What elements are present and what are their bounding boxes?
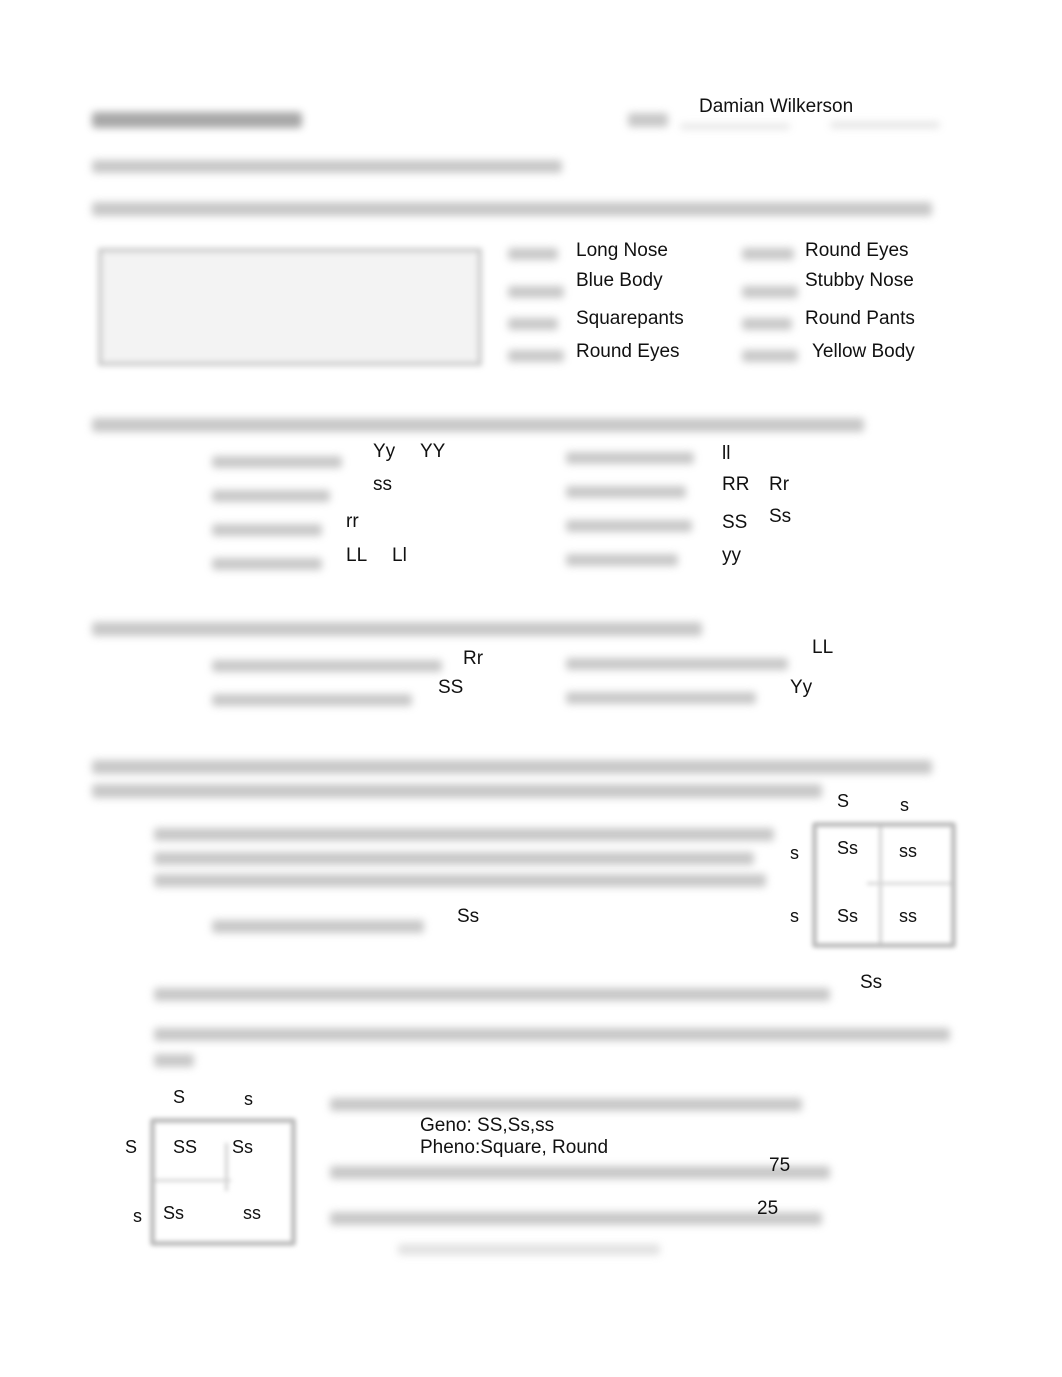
- punnett1-cell-2-2: ss: [899, 906, 917, 926]
- q4e-answer: 75: [769, 1155, 791, 1176]
- q2-label-e: [566, 452, 694, 464]
- q2-answer-h1: yy: [722, 545, 741, 566]
- q3-label-d: [566, 692, 756, 704]
- q4b-answer: Ss: [860, 972, 883, 993]
- q1-label-a: [508, 248, 558, 260]
- q2-answer-c1: rr: [346, 511, 359, 532]
- q1-answer-f: Stubby Nose: [805, 270, 914, 291]
- q4a-prompt-blurred: [212, 920, 424, 933]
- punnett1-side-2: s: [790, 906, 799, 926]
- q1-answer-e: Round Eyes: [805, 240, 909, 261]
- punnett-square-2: [150, 1118, 296, 1246]
- q4d-genotypes: Geno: SS,Ss,ss: [420, 1115, 555, 1136]
- q1-label-d: [508, 350, 564, 362]
- q2-answer-e1: ll: [722, 443, 731, 464]
- q2-label-g: [566, 520, 692, 532]
- q2-label-a: [212, 456, 342, 468]
- question-4-line2-blurred: [92, 784, 822, 798]
- q4f-answer: 25: [757, 1198, 779, 1219]
- punnett2-top-2: s: [244, 1089, 253, 1109]
- punnett2-side-1: S: [125, 1137, 138, 1157]
- q1-answer-a: Long Nose: [576, 240, 668, 261]
- punnett1-top-1: S: [837, 791, 850, 811]
- punnett2-cell-1-1: SS: [173, 1137, 198, 1157]
- trait-table: [98, 248, 482, 366]
- punnett2-top-1: S: [173, 1087, 186, 1107]
- punnett2-cell-2-2: ss: [243, 1203, 261, 1223]
- q4a-line1-blurred: [154, 828, 774, 841]
- q2-answer-a1: Yy: [373, 441, 396, 462]
- q4e-prompt-blurred: [330, 1166, 830, 1179]
- q4f-prompt-blurred: [330, 1212, 822, 1225]
- q3-label-b: [212, 694, 412, 706]
- question-3-blurred: [92, 622, 702, 636]
- q3-answer-a: Rr: [463, 648, 484, 669]
- q2-label-d: [212, 558, 322, 570]
- q1-label-e: [742, 248, 794, 260]
- q1-answer-c: Squarepants: [576, 308, 684, 329]
- punnett1-cell-1-1: Ss: [837, 838, 859, 858]
- q1-answer-g: Round Pants: [805, 308, 915, 329]
- question-1-blurred: [92, 202, 932, 216]
- question-4-line1-blurred: [92, 760, 932, 774]
- q3-label-c: [566, 658, 788, 670]
- q2-label-c: [212, 524, 322, 536]
- punnett-square-1: [812, 822, 956, 948]
- punnett2-side-2: s: [133, 1206, 142, 1226]
- q3-label-a: [212, 660, 442, 672]
- q4d-prompt-blurred: [330, 1098, 802, 1111]
- footer-blurred: [398, 1244, 660, 1255]
- q3-answer-d: Yy: [790, 677, 813, 698]
- punnett1-cell-1-2: ss: [899, 841, 917, 861]
- q1-label-g: [742, 318, 792, 330]
- punnett1-cell-2-1: Ss: [837, 906, 859, 926]
- q1-label-b: [508, 286, 564, 298]
- q2-answer-b1: ss: [373, 474, 392, 495]
- date-line-blurred: [830, 122, 940, 128]
- worksheet-title-blurred: [92, 112, 302, 128]
- instructions-blurred: [92, 160, 562, 173]
- q4c-line1-blurred: [154, 1028, 950, 1041]
- q1-answer-b: Blue Body: [576, 270, 663, 291]
- q2-answer-a2: YY: [420, 441, 446, 462]
- q4c-line2-blurred: [154, 1054, 194, 1067]
- name-label-blurred: [628, 113, 668, 127]
- q2-answer-f2: Rr: [769, 474, 790, 495]
- q2-answer-d2: Ll: [392, 545, 407, 566]
- q1-answer-h: Yellow Body: [812, 341, 915, 362]
- q1-label-h: [742, 350, 798, 362]
- punnett2-cell-2-1: Ss: [163, 1203, 185, 1223]
- question-2-blurred: [92, 418, 864, 432]
- q2-answer-g2: Ss: [769, 506, 792, 527]
- q1-label-f: [742, 286, 798, 298]
- q4d-phenotypes: Pheno:Square, Round: [420, 1137, 609, 1158]
- q2-answer-g1: SS: [722, 512, 748, 533]
- q2-label-h: [566, 554, 678, 566]
- q1-answer-d: Round Eyes: [576, 341, 680, 362]
- name-line-blurred: [680, 124, 790, 129]
- q3-answer-b: SS: [438, 677, 464, 698]
- q2-answer-f1: RR: [722, 474, 750, 495]
- q2-label-f: [566, 486, 686, 498]
- q2-answer-d1: LL: [346, 545, 368, 566]
- punnett1-top-2: s: [900, 795, 909, 815]
- q2-label-b: [212, 490, 330, 502]
- punnett2-cell-1-2: Ss: [232, 1137, 254, 1157]
- q4a-line3-blurred: [154, 874, 766, 887]
- q4b-prompt-blurred: [154, 988, 830, 1001]
- punnett1-side-1: s: [790, 843, 799, 863]
- q4a-line2-blurred: [154, 852, 754, 865]
- q3-answer-c: LL: [812, 637, 834, 658]
- q1-label-c: [508, 318, 558, 330]
- student-name: Damian Wilkerson: [699, 96, 854, 117]
- q4a-answer: Ss: [457, 906, 480, 927]
